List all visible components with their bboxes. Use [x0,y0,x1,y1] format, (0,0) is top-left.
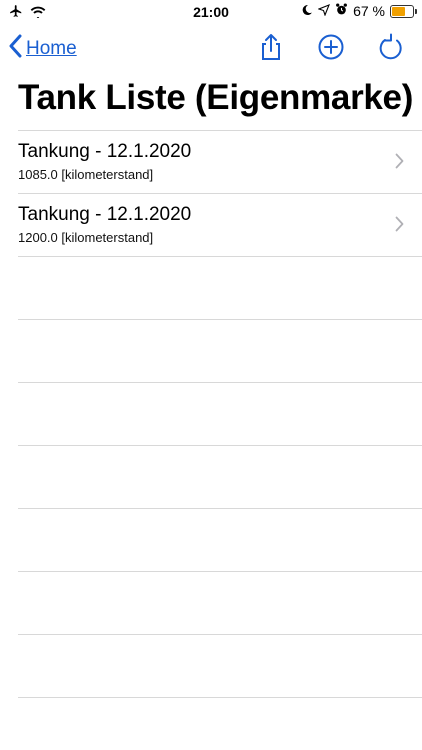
location-icon [317,3,331,19]
empty-row [18,319,422,382]
chevron-left-icon [8,34,22,63]
navigation-bar: Home [0,26,422,70]
battery-icon [390,4,417,18]
alarm-icon [335,3,348,19]
chevron-right-icon [395,153,404,169]
item-subtitle: 1200.0 [kilometerstand] [18,230,154,245]
page-title: Tank Liste (Eigenmarke) [18,78,414,117]
moon-icon [301,3,313,19]
item-title: Tankung - 12.1.2020 [18,141,192,162]
list-item[interactable]: Tankung - 12.1.2020 1085.0 [kilometersta… [18,130,422,193]
list-item[interactable]: Tankung - 12.1.2020 1200.0 [kilometersta… [18,193,422,256]
add-button[interactable] [316,32,346,62]
share-button[interactable] [256,32,286,62]
battery-fill [392,6,405,16]
empty-row [18,382,422,445]
status-right: 67 % [301,3,417,19]
status-bar: 21:00 67 % [0,0,422,24]
share-icon [256,34,286,66]
back-label: Home [26,37,77,59]
tank-list: Tankung - 12.1.2020 1085.0 [kilometersta… [18,130,422,698]
empty-row [18,634,422,698]
item-title: Tankung - 12.1.2020 [18,204,192,225]
refresh-icon [376,33,406,66]
chevron-right-icon [395,216,404,232]
refresh-button[interactable] [376,32,406,62]
battery-cap [415,8,417,14]
empty-row [18,571,422,634]
item-subtitle: 1085.0 [kilometerstand] [18,167,154,182]
battery-text: 67 % [353,3,385,19]
back-button[interactable]: Home [8,34,77,63]
empty-row [18,256,422,319]
empty-row [18,508,422,571]
plus-circle-icon [316,34,346,66]
empty-row [18,445,422,508]
